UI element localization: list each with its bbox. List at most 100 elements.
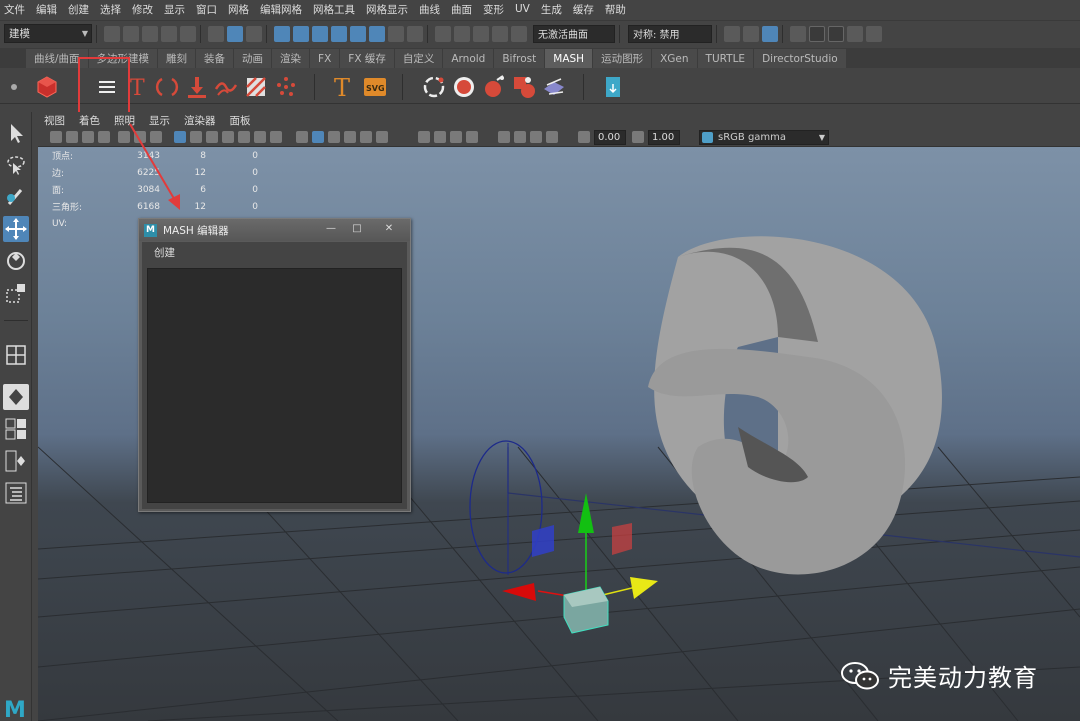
2d-pan-zoom-icon[interactable] bbox=[134, 131, 146, 143]
save-scene-icon[interactable] bbox=[142, 25, 158, 42]
grid-toggle-icon[interactable] bbox=[174, 131, 186, 143]
shelf-tab-rendering[interactable]: 渲染 bbox=[272, 49, 310, 68]
snap-grid-icon[interactable] bbox=[407, 25, 423, 42]
ambient-occlusion-icon[interactable] bbox=[498, 131, 510, 143]
mash-dynamics-icon[interactable] bbox=[213, 74, 239, 100]
ipr-render-icon[interactable] bbox=[762, 25, 778, 42]
anti-aliasing-icon[interactable] bbox=[530, 131, 542, 143]
redo-icon[interactable] bbox=[180, 25, 196, 42]
type-text-icon[interactable]: T bbox=[331, 74, 357, 100]
mash-world-icon[interactable] bbox=[541, 74, 567, 100]
menu-modify[interactable]: 修改 bbox=[132, 2, 153, 17]
mash-network-list[interactable] bbox=[147, 268, 402, 503]
pick-mask-icon[interactable] bbox=[369, 25, 385, 42]
menu-set-dropdown[interactable]: 建模 ▼ bbox=[4, 24, 92, 43]
safe-title-icon[interactable] bbox=[270, 131, 282, 143]
knot-mesh[interactable] bbox=[648, 236, 942, 575]
rotate-tool-icon[interactable] bbox=[3, 248, 29, 274]
snap-point-icon[interactable] bbox=[454, 25, 470, 42]
svg-import-icon[interactable]: SVG bbox=[362, 74, 388, 100]
menu-file[interactable]: 文件 bbox=[4, 2, 25, 17]
render-icon[interactable] bbox=[866, 25, 882, 42]
shelf-tab-sculpting[interactable]: 雕刻 bbox=[158, 49, 196, 68]
panel-menu-panels[interactable]: 面板 bbox=[230, 113, 251, 128]
menu-help[interactable]: 帮助 bbox=[605, 2, 626, 17]
pick-mask-icon[interactable] bbox=[274, 25, 290, 42]
mash-blend-icon[interactable] bbox=[511, 74, 537, 100]
shelf-tab-directorstudio[interactable]: DirectorStudio bbox=[754, 49, 846, 68]
shelf-tab-bifrost[interactable]: Bifrost bbox=[494, 49, 545, 68]
mash-editor-menu-create[interactable]: 创建 bbox=[142, 242, 407, 262]
hypershade-icon[interactable] bbox=[809, 25, 825, 42]
safe-action-icon[interactable] bbox=[254, 131, 266, 143]
close-button[interactable]: ✕ bbox=[373, 222, 405, 236]
open-scene-icon[interactable] bbox=[123, 25, 139, 42]
render-frame-icon[interactable] bbox=[743, 25, 759, 42]
shelf-tab-custom[interactable]: 自定义 bbox=[394, 49, 443, 68]
ipr-icon[interactable] bbox=[828, 25, 844, 42]
menu-select[interactable]: 选择 bbox=[100, 2, 121, 17]
motion-blur-icon[interactable] bbox=[514, 131, 526, 143]
menu-uv[interactable]: UV bbox=[515, 3, 530, 15]
new-scene-icon[interactable] bbox=[104, 25, 120, 42]
render-settings-icon[interactable] bbox=[790, 25, 806, 42]
shelf-tab-animation[interactable]: 动画 bbox=[234, 49, 272, 68]
mash-export-icon[interactable] bbox=[600, 74, 626, 100]
depth-of-field-icon[interactable] bbox=[546, 131, 558, 143]
mash-drop-icon[interactable] bbox=[184, 74, 210, 100]
select-hierarchy-icon[interactable] bbox=[208, 25, 224, 42]
menu-create[interactable]: 创建 bbox=[68, 2, 89, 17]
gate-mask-icon[interactable] bbox=[222, 131, 234, 143]
lock-icon[interactable] bbox=[388, 25, 404, 42]
mash-scatter-icon[interactable] bbox=[273, 74, 299, 100]
grease-pencil-icon[interactable] bbox=[118, 131, 130, 143]
snap-plane-icon[interactable] bbox=[473, 25, 489, 42]
resolution-gate-icon[interactable] bbox=[206, 131, 218, 143]
xray-active-icon[interactable] bbox=[450, 131, 462, 143]
select-tool-icon[interactable] bbox=[3, 120, 29, 146]
lasso-tool-icon[interactable] bbox=[3, 152, 29, 178]
shelf-tab-arnold[interactable]: Arnold bbox=[443, 49, 494, 68]
minimize-button[interactable]: — bbox=[319, 222, 343, 236]
menu-generate[interactable]: 生成 bbox=[541, 2, 562, 17]
mash-curve-icon[interactable] bbox=[154, 74, 180, 100]
select-object-icon[interactable] bbox=[227, 25, 243, 42]
textured-icon[interactable] bbox=[344, 131, 356, 143]
menu-mesh-display[interactable]: 网格显示 bbox=[366, 2, 408, 17]
isolate-select-icon[interactable] bbox=[418, 131, 430, 143]
menu-surfaces[interactable]: 曲面 bbox=[451, 2, 472, 17]
menu-deform[interactable]: 变形 bbox=[483, 2, 504, 17]
bookmark-icon[interactable] bbox=[82, 131, 94, 143]
snap-surface-icon[interactable] bbox=[492, 25, 508, 42]
exposure-field[interactable]: 0.00 bbox=[594, 130, 626, 145]
mash-editor-titlebar[interactable]: M MASH 编辑器 — □ ✕ bbox=[139, 219, 410, 241]
shelf-tab-fx-caching[interactable]: FX 缓存 bbox=[340, 49, 394, 68]
select-component-icon[interactable] bbox=[246, 25, 262, 42]
use-all-lights-icon[interactable] bbox=[360, 131, 372, 143]
pick-mask-icon[interactable] bbox=[312, 25, 328, 42]
mash-explode-icon[interactable] bbox=[481, 74, 507, 100]
wireframe-on-shaded-icon[interactable] bbox=[328, 131, 340, 143]
menu-edit[interactable]: 编辑 bbox=[36, 2, 57, 17]
undo-icon[interactable] bbox=[161, 25, 177, 42]
color-space-dropdown[interactable]: sRGB gamma ▼ bbox=[699, 130, 829, 145]
maximize-button[interactable]: □ bbox=[345, 222, 369, 236]
shelf-tab-rigging[interactable]: 装备 bbox=[196, 49, 234, 68]
field-chart-icon[interactable] bbox=[238, 131, 250, 143]
camera-attributes-icon[interactable] bbox=[66, 131, 78, 143]
pick-mask-icon[interactable] bbox=[350, 25, 366, 42]
outliner-icon[interactable] bbox=[3, 480, 29, 506]
panel-menu-show[interactable]: 显示 bbox=[149, 113, 170, 128]
grid-icon[interactable] bbox=[150, 131, 162, 143]
persp-graph-layout-icon[interactable] bbox=[3, 416, 29, 442]
persp-outliner-layout-icon[interactable] bbox=[3, 448, 29, 474]
mash-reproduce-icon[interactable] bbox=[421, 74, 447, 100]
panel-menu-shading[interactable]: 着色 bbox=[79, 113, 100, 128]
create-mash-network-icon[interactable] bbox=[34, 74, 60, 100]
shelf-tab-motion-graphics[interactable]: 运动图形 bbox=[593, 49, 652, 68]
single-view-layout-icon[interactable] bbox=[3, 342, 29, 368]
move-tool-icon[interactable] bbox=[3, 216, 29, 242]
render-icon[interactable] bbox=[847, 25, 863, 42]
menu-cache[interactable]: 缓存 bbox=[573, 2, 594, 17]
menu-mesh-tools[interactable]: 网格工具 bbox=[313, 2, 355, 17]
